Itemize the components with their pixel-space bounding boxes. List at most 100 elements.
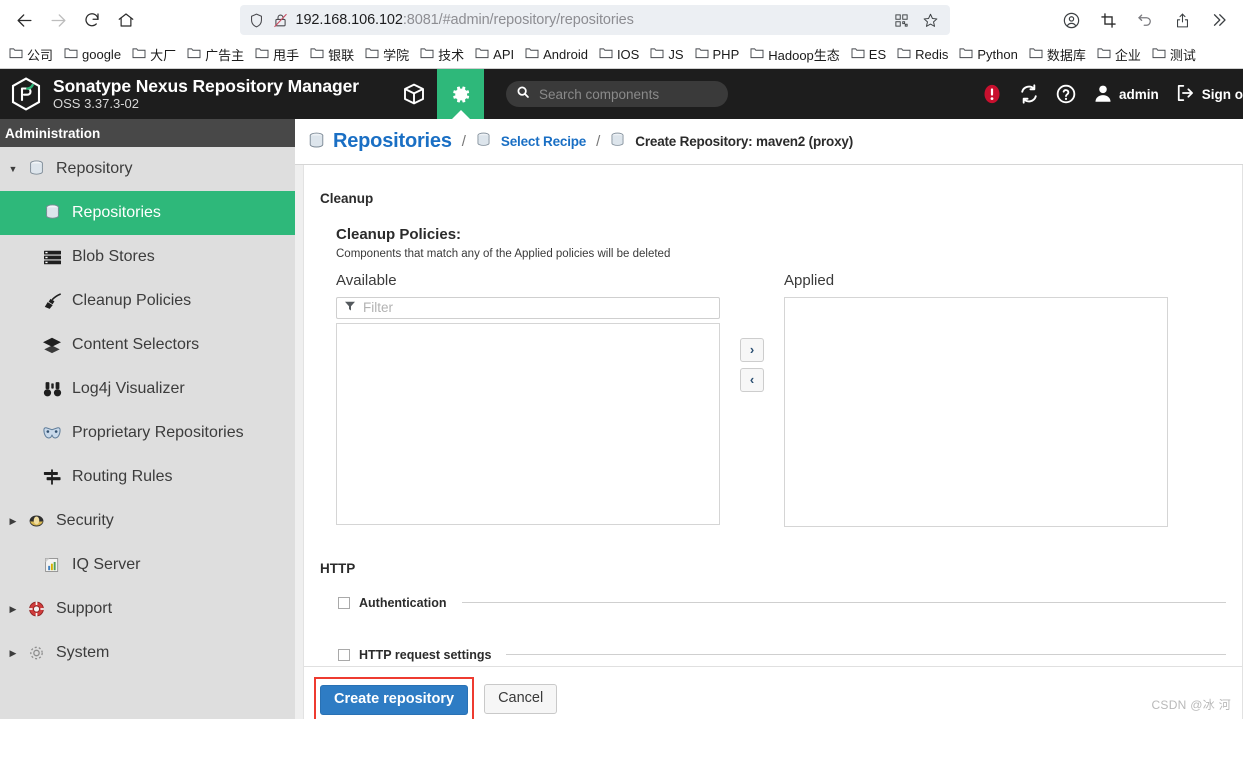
shield-icon[interactable] [248, 12, 265, 29]
sidebar-item-repository[interactable]: ▼Repository [0, 147, 295, 191]
bookmark-item[interactable]: 数据库 [1024, 43, 1091, 66]
checkbox-http-request-settings[interactable] [338, 649, 350, 661]
sidebar-item-security[interactable]: ▶Security [0, 499, 295, 543]
cancel-button[interactable]: Cancel [484, 684, 557, 714]
folder-icon [64, 47, 78, 62]
forward-icon[interactable] [42, 4, 74, 36]
sidebar-item-label: System [56, 644, 109, 662]
account-icon[interactable] [1055, 4, 1087, 36]
sidebar-item-content-selectors[interactable]: Content Selectors [0, 323, 295, 367]
http-option-row[interactable]: HTTP request settings [338, 648, 1226, 662]
bookmark-item[interactable]: 大厂 [127, 43, 181, 66]
bookmark-item[interactable]: 企业 [1092, 43, 1146, 66]
bookmark-star-icon[interactable] [920, 9, 942, 31]
sidebar-item-log4j-visualizer[interactable]: Log4j Visualizer [0, 367, 295, 411]
applied-list-box[interactable] [784, 297, 1168, 527]
bookmark-item[interactable]: 广告主 [182, 43, 249, 66]
sidebar-item-routing-rules[interactable]: Routing Rules [0, 455, 295, 499]
overflow-chevron-icon[interactable] [1203, 4, 1235, 36]
chevron-right-icon[interactable]: ▶ [4, 604, 22, 615]
qr-code-icon[interactable] [891, 9, 913, 31]
breadcrumb-root-label: Repositories [333, 130, 452, 153]
refresh-icon[interactable] [1018, 83, 1040, 105]
bookmark-label: Hadoop生态 [768, 45, 840, 64]
sidebar-item-iq-server[interactable]: IQ Server [0, 543, 295, 587]
bookmark-label: PHP [713, 47, 740, 62]
browser-chrome: 192.168.106.102:8081/#admin/repository/r… [0, 0, 1243, 69]
lock-slash-icon[interactable] [272, 12, 289, 29]
breadcrumb-item-repositories[interactable]: Repositories [308, 130, 452, 153]
bookmark-item[interactable]: 测试 [1147, 43, 1201, 66]
bookmark-item[interactable]: Hadoop生态 [745, 43, 845, 66]
sidebar-item-proprietary-repositories[interactable]: Proprietary Repositories [0, 411, 295, 455]
bookmark-item[interactable]: 银联 [305, 43, 359, 66]
breadcrumb-item-select-recipe[interactable]: Select Recipe [476, 132, 586, 151]
search-box[interactable] [506, 81, 728, 107]
chevron-right-icon[interactable]: ▶ [4, 516, 22, 527]
bookmark-item[interactable]: 学院 [360, 43, 414, 66]
back-icon[interactable] [8, 4, 40, 36]
broom-icon [38, 292, 66, 310]
share-icon[interactable] [1166, 4, 1198, 36]
create-repository-button[interactable]: Create repository [320, 685, 468, 715]
http-option-row[interactable]: Authentication [338, 596, 1226, 610]
reload-icon[interactable] [76, 4, 108, 36]
bookmark-item[interactable]: ES [846, 45, 891, 64]
divider-line [462, 602, 1227, 603]
screenshot-icon[interactable] [1092, 4, 1124, 36]
chevron-right-icon[interactable]: ▶ [4, 648, 22, 659]
folder-icon [897, 47, 911, 62]
sidebar-item-support[interactable]: ▶ Support [0, 587, 295, 631]
browse-mode-button[interactable] [390, 69, 437, 119]
sign-out-button[interactable]: Sign o [1174, 83, 1243, 106]
bookmark-label: JS [668, 47, 683, 62]
bookmark-item[interactable]: PHP [690, 45, 745, 64]
folder-icon [750, 47, 764, 62]
undo-icon[interactable] [1129, 4, 1161, 36]
administration-mode-button[interactable] [437, 69, 484, 119]
gear-icon [22, 644, 50, 662]
bookmark-label: 银联 [328, 45, 354, 64]
chevron-down-icon[interactable]: ▼ [4, 164, 22, 174]
bookmark-item[interactable]: JS [645, 45, 688, 64]
sidebar-item-cleanup-policies[interactable]: Cleanup Policies [0, 279, 295, 323]
brand-text: Sonatype Nexus Repository Manager OSS 3.… [53, 77, 359, 111]
http-option-label: Authentication [359, 596, 447, 610]
bookmark-label: 大厂 [150, 45, 176, 64]
home-icon[interactable] [110, 4, 142, 36]
sidebar-item-repositories[interactable]: Repositories [0, 191, 295, 235]
bookmark-item[interactable]: IOS [594, 45, 644, 64]
move-left-button[interactable]: ‹ [740, 368, 764, 392]
product-version: OSS 3.37.3-02 [53, 97, 359, 111]
url-bar-container: 192.168.106.102:8081/#admin/repository/r… [144, 5, 1045, 35]
alert-icon[interactable] [981, 83, 1003, 105]
search-input[interactable] [537, 86, 718, 103]
bookmark-label: API [493, 47, 514, 62]
bookmark-item[interactable]: Android [520, 45, 593, 64]
sidebar-item-system[interactable]: ▶ System [0, 631, 295, 675]
sidebar-item-blob-stores[interactable]: Blob Stores [0, 235, 295, 279]
bookmark-item[interactable]: 技术 [415, 43, 469, 66]
available-list-box[interactable] [336, 323, 720, 525]
breadcrumb-step3-label: Create Repository: maven2 (proxy) [635, 134, 853, 149]
user-chip[interactable]: admin [1092, 82, 1159, 107]
help-icon[interactable] [1055, 83, 1077, 105]
sidebar-item-label: Support [56, 600, 112, 618]
sidebar-item-label: Blob Stores [72, 248, 155, 266]
bookmark-label: 学院 [383, 45, 409, 64]
folder-icon [599, 47, 613, 62]
move-right-button[interactable]: › [740, 338, 764, 362]
folder-icon [650, 47, 664, 62]
bookmark-item[interactable]: 甩手 [250, 43, 304, 66]
bookmark-item[interactable]: Python [954, 45, 1022, 64]
address-bar[interactable]: 192.168.106.102:8081/#admin/repository/r… [240, 5, 950, 35]
bookmark-item[interactable]: API [470, 45, 519, 64]
url-text[interactable]: 192.168.106.102:8081/#admin/repository/r… [296, 12, 884, 28]
checkbox-authentication[interactable] [338, 597, 350, 609]
available-filter-input[interactable]: Filter [336, 297, 720, 319]
search-icon [516, 85, 530, 104]
bookmark-item[interactable]: 公司 [4, 43, 58, 66]
bookmark-item[interactable]: Redis [892, 45, 953, 64]
bookmark-item[interactable]: google [59, 45, 126, 64]
product-name: Sonatype Nexus Repository Manager [53, 77, 359, 96]
